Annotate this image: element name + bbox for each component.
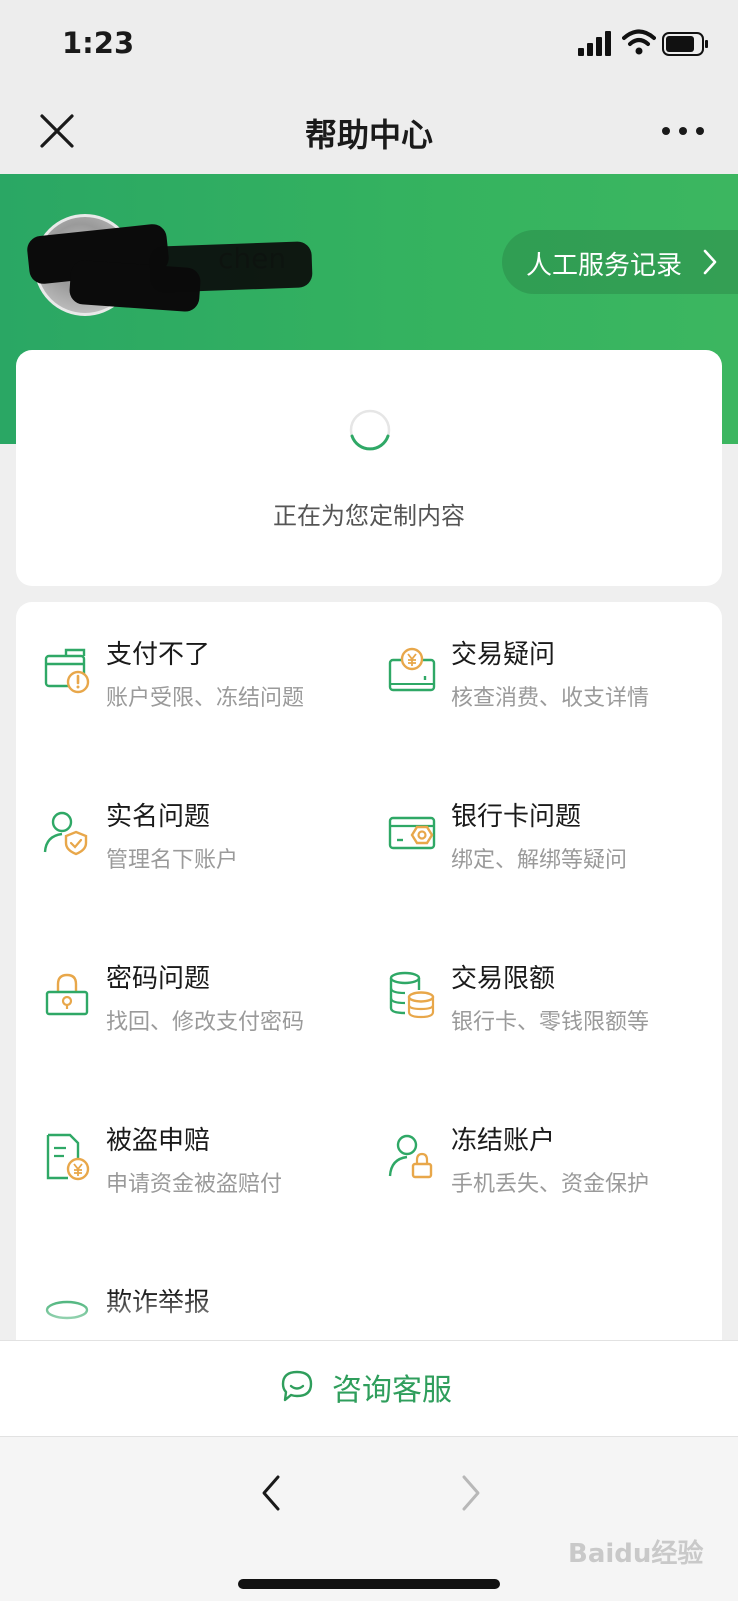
help-item-freeze-account[interactable]: 冻结账户 手机丢失、资金保护 [361, 1088, 701, 1208]
more-icon[interactable] [660, 116, 706, 146]
help-item-theft-claim[interactable]: 被盗申赔 申请资金被盗赔付 [16, 1088, 356, 1208]
status-bar: 1:23 [0, 0, 738, 92]
consult-service-label: 咨询客服 [332, 1373, 452, 1408]
browser-toolbar: Baidu经验 [0, 1436, 738, 1601]
loading-text: 正在为您定制内容 [273, 502, 465, 530]
help-categories: 支付不了 账户受限、冻结问题 交易疑问 核查消费、收支详情 实名问题 管理名下账… [16, 602, 722, 1342]
help-item-password[interactable]: 密码问题 找回、修改支付密码 [16, 926, 356, 1046]
help-item-title: 交易疑问 [451, 640, 556, 670]
consult-service-button[interactable]: 咨询客服 [0, 1340, 738, 1437]
document-yuan-icon [46, 1133, 90, 1181]
wallet-alert-icon [44, 648, 90, 694]
help-item-title: 实名问题 [106, 802, 211, 832]
help-item-title: 银行卡问题 [451, 802, 582, 832]
user-shield-icon [43, 811, 88, 856]
coins-icon [389, 971, 435, 1019]
help-item-subtitle: 账户受限、冻结问题 [106, 686, 305, 711]
help-item-title: 交易限额 [451, 964, 556, 994]
signal-icon [578, 31, 611, 56]
yuan-card-icon [388, 647, 436, 692]
scroll-fade [16, 1292, 722, 1342]
nav-bar: 帮助中心 [0, 92, 738, 174]
help-item-real-name[interactable]: 实名问题 管理名下账户 [16, 764, 356, 884]
help-item-subtitle: 绑定、解绑等疑问 [451, 848, 628, 873]
help-item-subtitle: 手机丢失、资金保护 [451, 1172, 650, 1197]
wifi-icon [622, 29, 656, 55]
forward-arrow-icon[interactable] [456, 1471, 486, 1515]
help-item-subtitle: 核查消费、收支详情 [451, 686, 650, 711]
loading-spinner-icon [349, 409, 391, 451]
chat-bubble-icon [281, 1370, 313, 1402]
help-item-limits[interactable]: 交易限额 银行卡、零钱限额等 [361, 926, 701, 1046]
help-item-subtitle: 找回、修改支付密码 [106, 1010, 305, 1035]
help-item-bank-card[interactable]: 银行卡问题 绑定、解绑等疑问 [361, 764, 701, 884]
back-arrow-icon[interactable] [256, 1471, 286, 1515]
status-time: 1:23 [62, 26, 135, 60]
help-item-title: 冻结账户 [451, 1126, 556, 1156]
help-item-title: 被盗申赔 [106, 1126, 211, 1156]
service-record-label: 人工服务记录 [526, 251, 683, 281]
help-item-transaction-query[interactable]: 交易疑问 核查消费、收支详情 [361, 602, 701, 722]
page-title: 帮助中心 [304, 116, 433, 154]
help-item-payment-failed[interactable]: 支付不了 账户受限、冻结问题 [16, 602, 356, 722]
user-lock-icon [388, 1134, 433, 1179]
battery-icon [662, 32, 708, 56]
help-item-subtitle: 银行卡、零钱限额等 [451, 1010, 650, 1035]
chevron-right-icon [703, 249, 717, 275]
help-item-title: 支付不了 [106, 640, 211, 670]
lock-icon [45, 973, 89, 1016]
help-item-title: 密码问题 [106, 964, 211, 994]
home-indicator[interactable] [238, 1579, 500, 1589]
bank-card-icon [388, 816, 436, 850]
redaction-mark [149, 241, 313, 293]
recommendation-card: 正在为您定制内容 [16, 350, 722, 586]
service-record-button[interactable]: 人工服务记录 [502, 230, 738, 294]
watermark: Baidu经验 [568, 1539, 704, 1569]
help-item-subtitle: 管理名下账户 [106, 848, 239, 873]
help-item-subtitle: 申请资金被盗赔付 [106, 1172, 283, 1197]
